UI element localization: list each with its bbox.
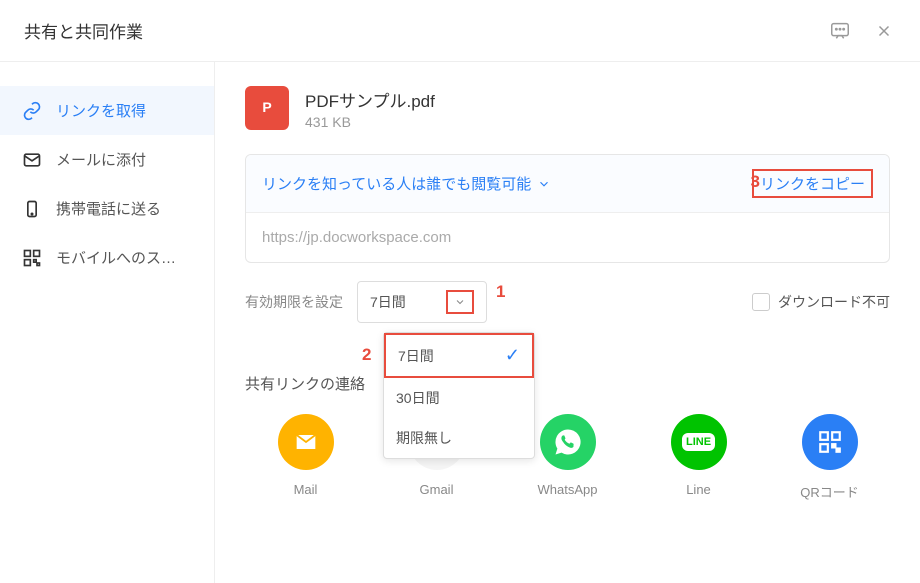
copy-link-button[interactable]: リンクをコピー [752, 169, 873, 198]
sidebar-item-label: メールに添付 [56, 149, 146, 170]
whatsapp-circle-icon [540, 414, 596, 470]
download-disable-label: ダウンロード不可 [778, 292, 890, 312]
share-item-label: Gmail [420, 482, 454, 497]
svg-text:P: P [262, 99, 271, 115]
expiry-option-30days[interactable]: 30日間 [384, 378, 534, 418]
phone-icon [22, 199, 42, 219]
line-logo-text: LINE [682, 433, 715, 451]
share-item-label: WhatsApp [538, 482, 598, 497]
file-size: 431 KB [305, 114, 435, 130]
chevron-down-icon [454, 296, 466, 308]
close-icon[interactable] [872, 19, 896, 43]
expiry-row: 有効期限を設定 7日間 ダウンロード不可 [245, 281, 890, 323]
share-item-mail[interactable]: Mail [245, 414, 366, 501]
sidebar-item-label: リンクを取得 [56, 100, 146, 121]
chevron-down-icon [537, 177, 551, 191]
link-permission-label: リンクを知っている人は誰でも閲覧可能 [262, 173, 531, 194]
sidebar-item-label: モバイルへのス… [56, 247, 176, 268]
dialog-header: 共有と共同作業 [0, 0, 920, 62]
link-box: リンクを知っている人は誰でも閲覧可能 リンクをコピー https://jp.do… [245, 154, 890, 263]
file-name: PDFサンプル.pdf [305, 87, 435, 112]
sidebar-item-send-phone[interactable]: 携帯電話に送る [0, 184, 214, 233]
link-icon [22, 101, 42, 121]
feedback-icon[interactable] [828, 19, 852, 43]
share-item-qr[interactable]: QRコード [769, 414, 890, 501]
share-item-label: Line [686, 482, 711, 497]
share-item-label: Mail [294, 482, 318, 497]
expiry-option-label: 期限無し [396, 428, 452, 448]
share-item-line[interactable]: LINE Line [638, 414, 759, 501]
sidebar: リンクを取得 メールに添付 携帯電話に送る モバイルへのス… [0, 62, 215, 583]
line-circle-icon: LINE [671, 414, 727, 470]
expiry-select[interactable]: 7日間 [357, 281, 487, 323]
download-disable-checkbox[interactable]: ダウンロード不可 [752, 292, 890, 312]
expiry-option-7days[interactable]: 7日間 ✓ [384, 333, 534, 378]
checkbox-icon [752, 293, 770, 311]
share-icons-row: Mail Gmail WhatsApp LINE Line [245, 414, 890, 501]
expiry-label: 有効期限を設定 [245, 292, 343, 312]
expiry-option-unlimited[interactable]: 期限無し [384, 418, 534, 458]
share-item-label: QRコード [800, 482, 859, 501]
pdf-file-icon: P [245, 86, 289, 130]
sidebar-item-get-link[interactable]: リンクを取得 [0, 86, 214, 135]
expiry-selected-value: 7日間 [370, 292, 406, 312]
share-contacts-title: 共有リンクの連絡 [245, 373, 890, 394]
mail-icon [22, 150, 42, 170]
sidebar-item-mobile-scan[interactable]: モバイルへのス… [0, 233, 214, 282]
mail-circle-icon [278, 414, 334, 470]
header-actions [828, 19, 896, 43]
link-permission-dropdown[interactable]: リンクを知っている人は誰でも閲覧可能 [262, 173, 551, 194]
file-info: P PDFサンプル.pdf 431 KB [245, 86, 890, 130]
expiry-chevron-wrapper[interactable] [446, 290, 474, 314]
link-url[interactable]: https://jp.docworkspace.com [246, 213, 889, 262]
expiry-option-label: 30日間 [396, 388, 440, 408]
expiry-option-label: 7日間 [398, 346, 434, 366]
sidebar-item-label: 携帯電話に送る [56, 198, 161, 219]
qr-icon [22, 248, 42, 268]
expiry-dropdown-menu: 7日間 ✓ 30日間 期限無し [383, 332, 535, 459]
check-icon: ✓ [505, 345, 520, 366]
annotation-3: 3 [751, 172, 760, 192]
sidebar-item-mail-attach[interactable]: メールに添付 [0, 135, 214, 184]
qr-circle-icon [802, 414, 858, 470]
dialog-title: 共有と共同作業 [24, 18, 143, 43]
annotation-1: 1 [496, 282, 505, 302]
annotation-2: 2 [362, 345, 371, 365]
main-panel: P PDFサンプル.pdf 431 KB リンクを知っている人は誰でも閲覧可能 … [215, 62, 920, 583]
